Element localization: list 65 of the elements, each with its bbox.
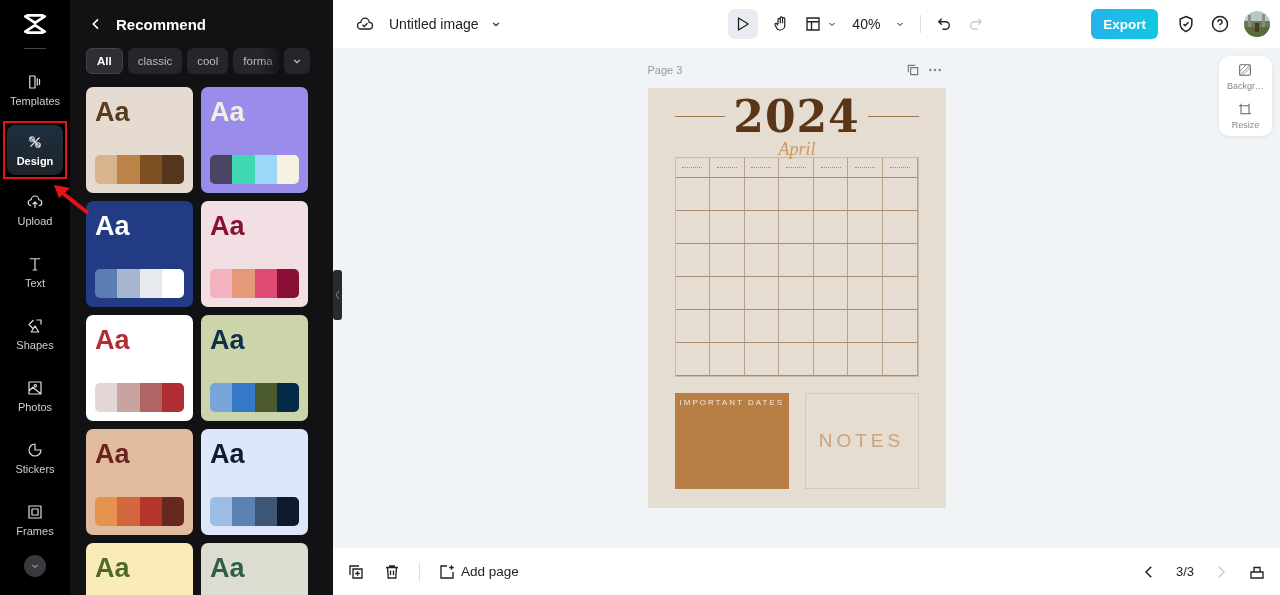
side-tool[interactable]: Backgr… — [1227, 62, 1264, 91]
add-page-icon — [438, 562, 456, 581]
page-label: Page 3 — [647, 64, 683, 76]
resize-icon — [1237, 101, 1254, 117]
nav-item[interactable]: Frames — [7, 495, 63, 545]
sample-text: Aa — [95, 555, 130, 582]
add-copy-icon[interactable] — [347, 562, 365, 581]
sample-text: Aa — [95, 441, 130, 468]
nav-icon — [26, 441, 44, 459]
theme-card[interactable]: Aa — [86, 201, 193, 307]
nav-item[interactable]: Stickers — [7, 433, 63, 483]
sample-text: Aa — [210, 327, 245, 354]
filter-chip[interactable]: cool — [187, 48, 229, 74]
year-title: 2024 — [733, 94, 860, 139]
sample-text: Aa — [95, 327, 130, 354]
help-icon[interactable] — [1210, 14, 1230, 34]
more-icon[interactable] — [927, 67, 942, 73]
theme-card[interactable]: Aa — [86, 315, 193, 421]
panel-title: Recommend — [116, 15, 207, 33]
theme-card[interactable]: Aa — [201, 201, 308, 307]
nav-item[interactable]: Templates — [7, 65, 63, 115]
theme-card[interactable]: Aa — [201, 543, 308, 595]
sample-text: Aa — [210, 441, 245, 468]
collapse-handle[interactable] — [333, 270, 342, 320]
background-icon — [1237, 62, 1254, 78]
nav-item[interactable]: Design — [7, 125, 63, 175]
zoom-dropdown[interactable]: 40% — [852, 16, 907, 32]
sample-text: Aa — [95, 213, 130, 240]
page-count: 3/3 — [1175, 564, 1194, 579]
nav-icon — [26, 133, 44, 151]
side-tool[interactable]: Resize — [1231, 101, 1260, 130]
theme-card[interactable]: Aa — [86, 429, 193, 535]
pointer-arrow — [52, 183, 92, 217]
theme-card[interactable]: Aa — [201, 429, 308, 535]
nav-item[interactable]: Shapes — [7, 309, 63, 359]
add-page-button[interactable]: Add page — [438, 562, 519, 581]
sample-text: Aa — [210, 555, 245, 582]
sample-text: Aa — [210, 213, 245, 240]
important-dates-box: IMPORTANT DATES — [674, 393, 789, 489]
calendar-page[interactable]: 2024 April IMPORTANT DATES NOTES — [647, 88, 946, 508]
sample-text: Aa — [210, 99, 245, 126]
duplicate-icon[interactable] — [905, 63, 920, 77]
filter-chip[interactable]: All — [86, 48, 123, 74]
file-name-dropdown[interactable]: Untitled image — [389, 16, 503, 32]
nav-icon — [26, 193, 44, 211]
filter-chip[interactable]: forma — [233, 48, 279, 74]
layout-icon — [804, 15, 823, 33]
nav-icon — [26, 317, 44, 335]
theme-card[interactable]: Aa — [201, 315, 308, 421]
more-button[interactable] — [24, 555, 46, 577]
nav-item[interactable]: Text — [7, 247, 63, 297]
nav-item[interactable]: Upload — [7, 185, 63, 235]
notes-box: NOTES — [804, 393, 919, 489]
shield-icon[interactable] — [1176, 14, 1196, 34]
logo-icon — [22, 11, 48, 37]
filter-chip[interactable]: classic — [127, 48, 183, 74]
nav-icon — [26, 503, 44, 521]
theme-card[interactable]: Aa — [86, 87, 193, 193]
nav-item[interactable]: Photos — [7, 371, 63, 421]
select-tool[interactable] — [728, 9, 759, 39]
sample-text: Aa — [95, 99, 130, 126]
delete-icon[interactable] — [383, 562, 401, 581]
theme-card[interactable]: Aa — [86, 543, 193, 595]
nav-icon — [26, 379, 44, 397]
month-script: April — [778, 140, 816, 158]
